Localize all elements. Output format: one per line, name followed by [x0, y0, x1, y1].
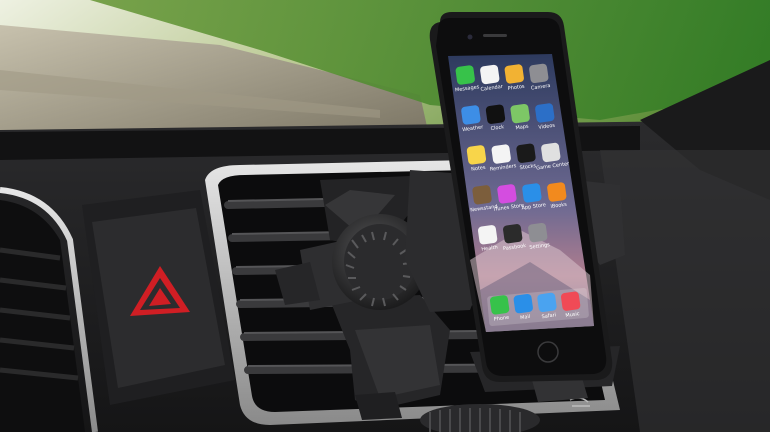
health-icon: [477, 225, 498, 245]
photo-scene: Messages Calendar Photos Camera Weather Clock…: [0, 0, 770, 432]
videos-icon: [535, 103, 555, 123]
weather-icon: [461, 105, 481, 125]
mail-icon: [513, 293, 533, 314]
newsstand-icon: [472, 185, 492, 205]
settings-icon: [528, 222, 548, 243]
clock-icon: [485, 104, 506, 124]
front-camera: [467, 34, 473, 40]
itunes-store-icon: [497, 184, 517, 204]
safari-icon: [537, 292, 557, 313]
home-button: [537, 341, 559, 363]
maps-icon: [510, 103, 530, 124]
reminders-icon: [491, 144, 511, 164]
phone-icon: [489, 295, 510, 315]
ibooks-icon: [547, 182, 567, 202]
photo-canvas: Messages Calendar Photos CameraWeather Clock…: [0, 0, 770, 432]
camera-icon: [529, 63, 549, 84]
stocks-icon: [516, 143, 536, 163]
passbook-icon: [503, 224, 523, 244]
calendar-icon: [480, 64, 500, 85]
notes-icon: [466, 145, 487, 165]
earpiece: [483, 34, 507, 37]
messages-icon: [455, 65, 475, 85]
music-icon: [560, 291, 581, 311]
game-center-icon: [541, 142, 561, 163]
photos-icon: [504, 64, 524, 84]
app-store-icon: [522, 183, 542, 203]
